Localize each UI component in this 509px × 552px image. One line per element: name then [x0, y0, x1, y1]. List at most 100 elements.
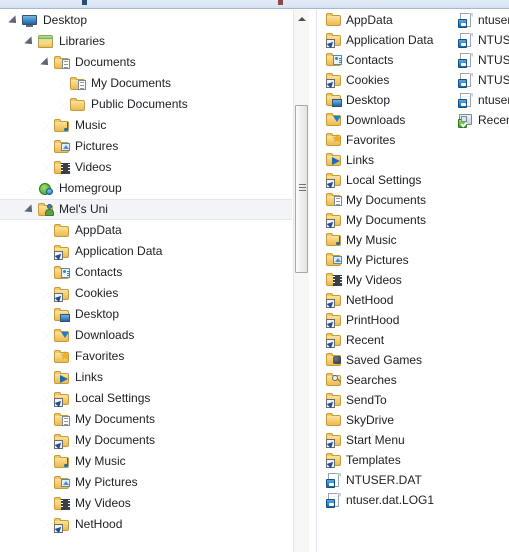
- file-list-item[interactable]: My Videos: [326, 270, 456, 290]
- tree-item-my-videos[interactable]: My Videos: [0, 493, 292, 514]
- homegroup-icon: [38, 181, 54, 197]
- file-list-item[interactable]: ntuser.: [458, 10, 509, 30]
- expand-triangle-icon[interactable]: [40, 288, 51, 299]
- file-list-item[interactable]: NetHood: [326, 290, 456, 310]
- tree-item-favorites[interactable]: ★ Favorites: [0, 346, 292, 367]
- tree-item-my-music[interactable]: My Music: [0, 451, 292, 472]
- tree-item-contacts[interactable]: Contacts: [0, 262, 292, 283]
- collapse-triangle-icon[interactable]: [8, 15, 19, 26]
- my-documents-folder-icon: [326, 192, 342, 208]
- tree-item-documents[interactable]: Documents: [0, 52, 292, 73]
- junction-folder-icon: [326, 172, 342, 188]
- expand-triangle-icon[interactable]: [24, 183, 35, 194]
- file-list-item[interactable]: Desktop: [326, 90, 456, 110]
- file-list-item[interactable]: My Music: [326, 230, 456, 250]
- tree-item-videos[interactable]: Videos: [0, 157, 292, 178]
- file-list-item[interactable]: My Pictures: [326, 250, 456, 270]
- file-list-item[interactable]: ntuser.dat.LOG1: [326, 490, 456, 510]
- expand-triangle-icon[interactable]: [40, 162, 51, 173]
- file-list-item[interactable]: Recent: [458, 110, 509, 130]
- tree-item-my-documents[interactable]: My Documents: [0, 73, 292, 94]
- tree-item-desktop[interactable]: Desktop: [0, 304, 292, 325]
- tree-item-libraries[interactable]: Libraries: [0, 31, 292, 52]
- collapse-triangle-icon[interactable]: [40, 57, 51, 68]
- tree-item-local-settings[interactable]: Local Settings: [0, 388, 292, 409]
- tree-item-appdata[interactable]: AppData: [0, 220, 292, 241]
- tree-item-label: My Videos: [75, 496, 131, 510]
- file-list-item[interactable]: Recent: [326, 330, 456, 350]
- file-list-column-1: AppData Application Data Contacts Cookies De…: [326, 10, 456, 510]
- expand-triangle-icon[interactable]: [40, 225, 51, 236]
- scrollbar-thumb[interactable]: [295, 105, 308, 273]
- tree-item-mel-s-uni[interactable]: Mel's Uni: [0, 199, 292, 220]
- navigation-pane[interactable]: Desktop Libraries Documents My Documents Pub…: [0, 10, 292, 552]
- file-list-item[interactable]: ntuser.: [458, 90, 509, 110]
- expand-triangle-icon[interactable]: [40, 120, 51, 131]
- expand-triangle-icon[interactable]: [40, 435, 51, 446]
- file-list-item-label: NTUSE: [478, 53, 509, 67]
- tree-vertical-scrollbar[interactable]: [293, 10, 309, 552]
- file-list-item[interactable]: Start Menu: [326, 430, 456, 450]
- file-list-item[interactable]: Links: [326, 150, 456, 170]
- tree-item-homegroup[interactable]: Homegroup: [0, 178, 292, 199]
- expand-triangle-icon[interactable]: [56, 78, 67, 89]
- file-list-item[interactable]: Downloads: [326, 110, 456, 130]
- expand-triangle-icon[interactable]: [40, 246, 51, 257]
- tree-item-label: My Pictures: [75, 475, 138, 489]
- collapse-triangle-icon[interactable]: [24, 204, 35, 215]
- tree-item-nethood[interactable]: NetHood: [0, 514, 292, 535]
- expand-triangle-icon[interactable]: [40, 141, 51, 152]
- pane-divider: [316, 10, 317, 552]
- scroll-up-arrow-icon[interactable]: [294, 10, 309, 27]
- tree-item-my-pictures[interactable]: My Pictures: [0, 472, 292, 493]
- junction-folder-icon: [326, 392, 342, 408]
- file-list-item[interactable]: SendTo: [326, 390, 456, 410]
- file-list-item[interactable]: Templates: [326, 450, 456, 470]
- junction-folder-icon: [326, 432, 342, 448]
- file-list-item[interactable]: Searches: [326, 370, 456, 390]
- expand-triangle-icon[interactable]: [40, 351, 51, 362]
- file-list-item[interactable]: My Documents: [326, 190, 456, 210]
- expand-triangle-icon[interactable]: [40, 330, 51, 341]
- tree-item-public-documents[interactable]: Public Documents: [0, 94, 292, 115]
- file-list-item[interactable]: Cookies: [326, 70, 456, 90]
- tree-item-label: Downloads: [75, 328, 135, 342]
- expand-triangle-icon[interactable]: [40, 393, 51, 404]
- expand-triangle-icon[interactable]: [40, 456, 51, 467]
- tree-item-cookies[interactable]: Cookies: [0, 283, 292, 304]
- dat-file-icon: [458, 32, 474, 48]
- expand-triangle-icon[interactable]: [56, 99, 67, 110]
- file-list-pane[interactable]: AppData Application Data Contacts Cookies De…: [318, 10, 509, 552]
- file-list-item[interactable]: NTUSE: [458, 50, 509, 70]
- expand-triangle-icon[interactable]: [40, 414, 51, 425]
- tree-item-my-documents[interactable]: My Documents: [0, 430, 292, 451]
- file-list-item-label: NTUSE: [478, 73, 509, 87]
- tree-item-links[interactable]: Links: [0, 367, 292, 388]
- file-list-item[interactable]: Saved Games: [326, 350, 456, 370]
- collapse-triangle-icon[interactable]: [24, 36, 35, 47]
- file-list-item[interactable]: ★ Favorites: [326, 130, 456, 150]
- file-list-item[interactable]: Application Data: [326, 30, 456, 50]
- file-list-item[interactable]: Contacts: [326, 50, 456, 70]
- file-list-item[interactable]: NTUSE: [458, 30, 509, 50]
- expand-triangle-icon[interactable]: [40, 477, 51, 488]
- file-list-item[interactable]: My Documents: [326, 210, 456, 230]
- expand-triangle-icon[interactable]: [40, 519, 51, 530]
- folder-icon: [326, 412, 342, 428]
- tree-item-pictures[interactable]: Pictures: [0, 136, 292, 157]
- tree-item-desktop[interactable]: Desktop: [0, 10, 292, 31]
- tree-item-my-documents[interactable]: My Documents: [0, 409, 292, 430]
- file-list-item[interactable]: NTUSER.DAT: [326, 470, 456, 490]
- file-list-item[interactable]: SkyDrive: [326, 410, 456, 430]
- file-list-item[interactable]: PrintHood: [326, 310, 456, 330]
- expand-triangle-icon[interactable]: [40, 309, 51, 320]
- file-list-item[interactable]: NTUSE: [458, 70, 509, 90]
- tree-item-music[interactable]: Music: [0, 115, 292, 136]
- file-list-item[interactable]: Local Settings: [326, 170, 456, 190]
- file-list-item[interactable]: AppData: [326, 10, 456, 30]
- tree-item-downloads[interactable]: Downloads: [0, 325, 292, 346]
- tree-item-application-data[interactable]: Application Data: [0, 241, 292, 262]
